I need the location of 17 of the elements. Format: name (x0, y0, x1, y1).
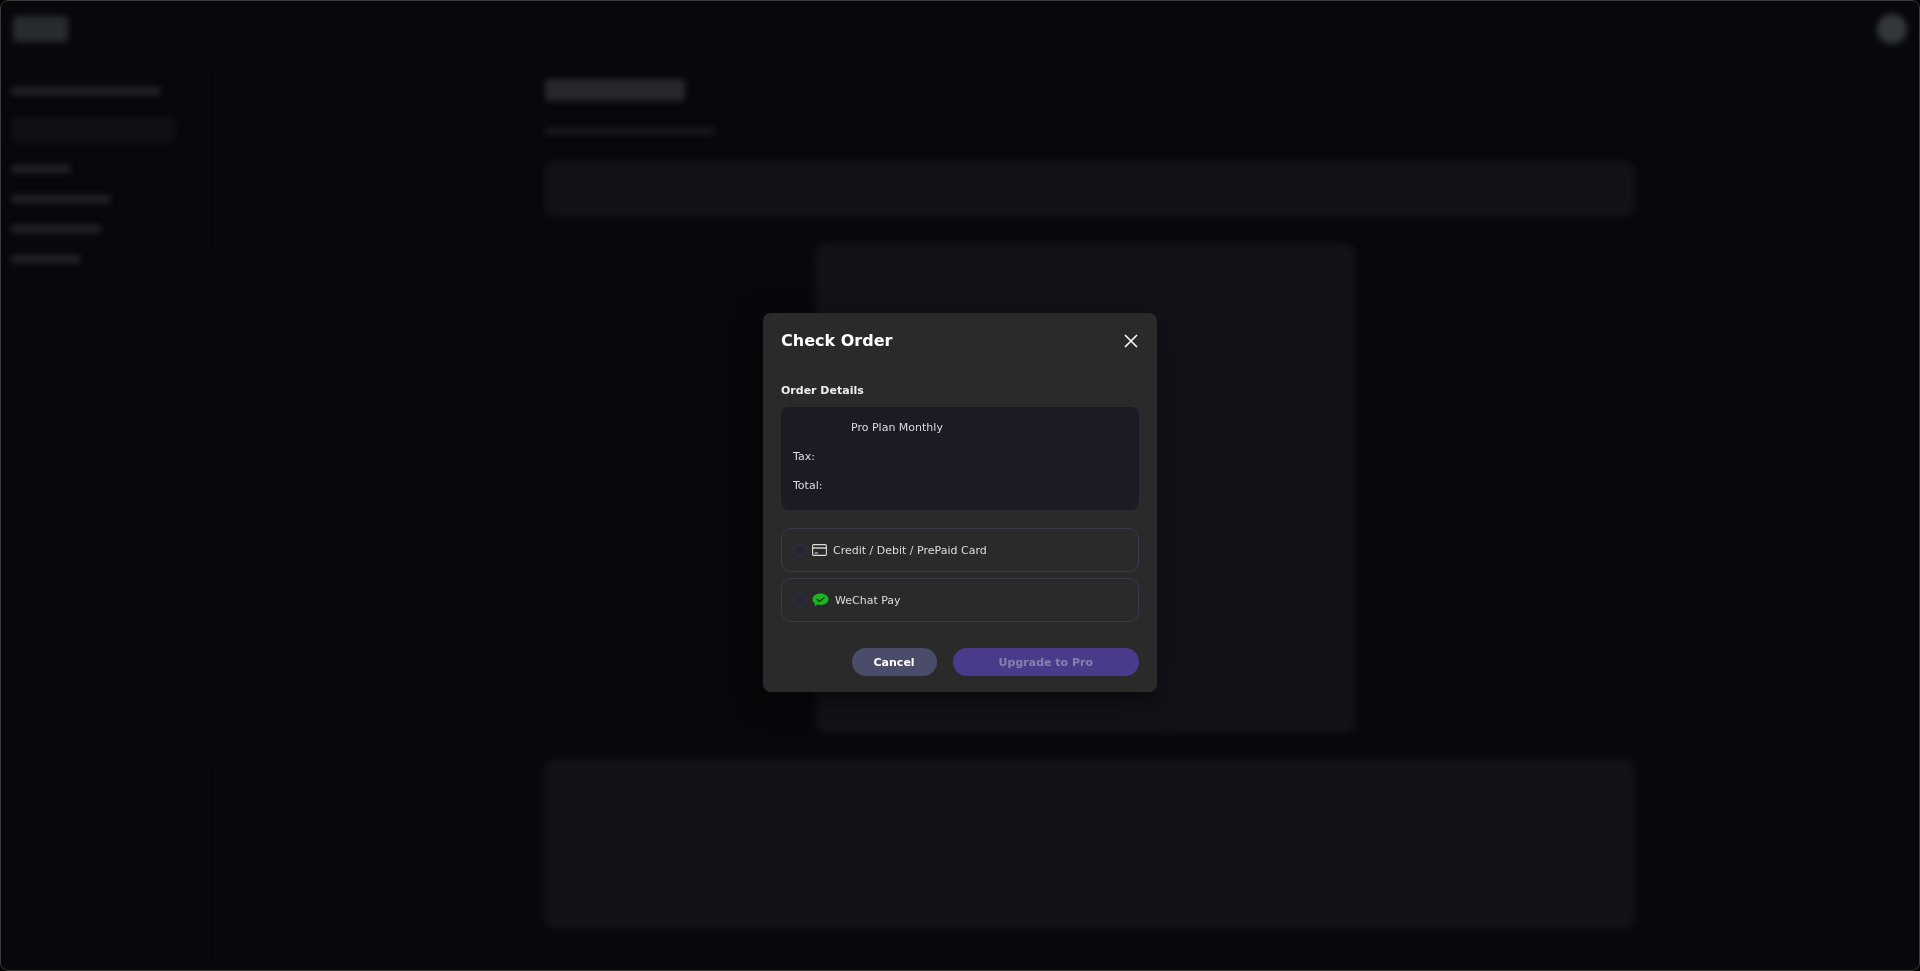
tax-label: Tax: (793, 450, 816, 463)
logo-placeholder (13, 15, 68, 42)
dialog-title: Check Order (781, 331, 893, 350)
radio-button[interactable] (794, 594, 806, 606)
payment-label: Credit / Debit / PrePaid Card (833, 543, 987, 557)
credit-card-icon (812, 544, 827, 556)
radio-button[interactable] (794, 544, 806, 556)
cancel-button[interactable]: Cancel (851, 648, 937, 676)
payment-option[interactable]: WeChat Pay (781, 578, 1139, 622)
section-label: Order Details (781, 384, 865, 397)
plan-name: Pro Plan Monthly (850, 421, 944, 434)
chat-bubble-icon (812, 593, 829, 607)
close-button[interactable] (1123, 332, 1139, 349)
avatar-circle (1877, 13, 1907, 44)
total-label: Total: (793, 479, 824, 492)
payment-label: WeChat Pay (835, 593, 901, 607)
payment-option[interactable]: Credit / Debit / PrePaid Card (781, 528, 1139, 572)
